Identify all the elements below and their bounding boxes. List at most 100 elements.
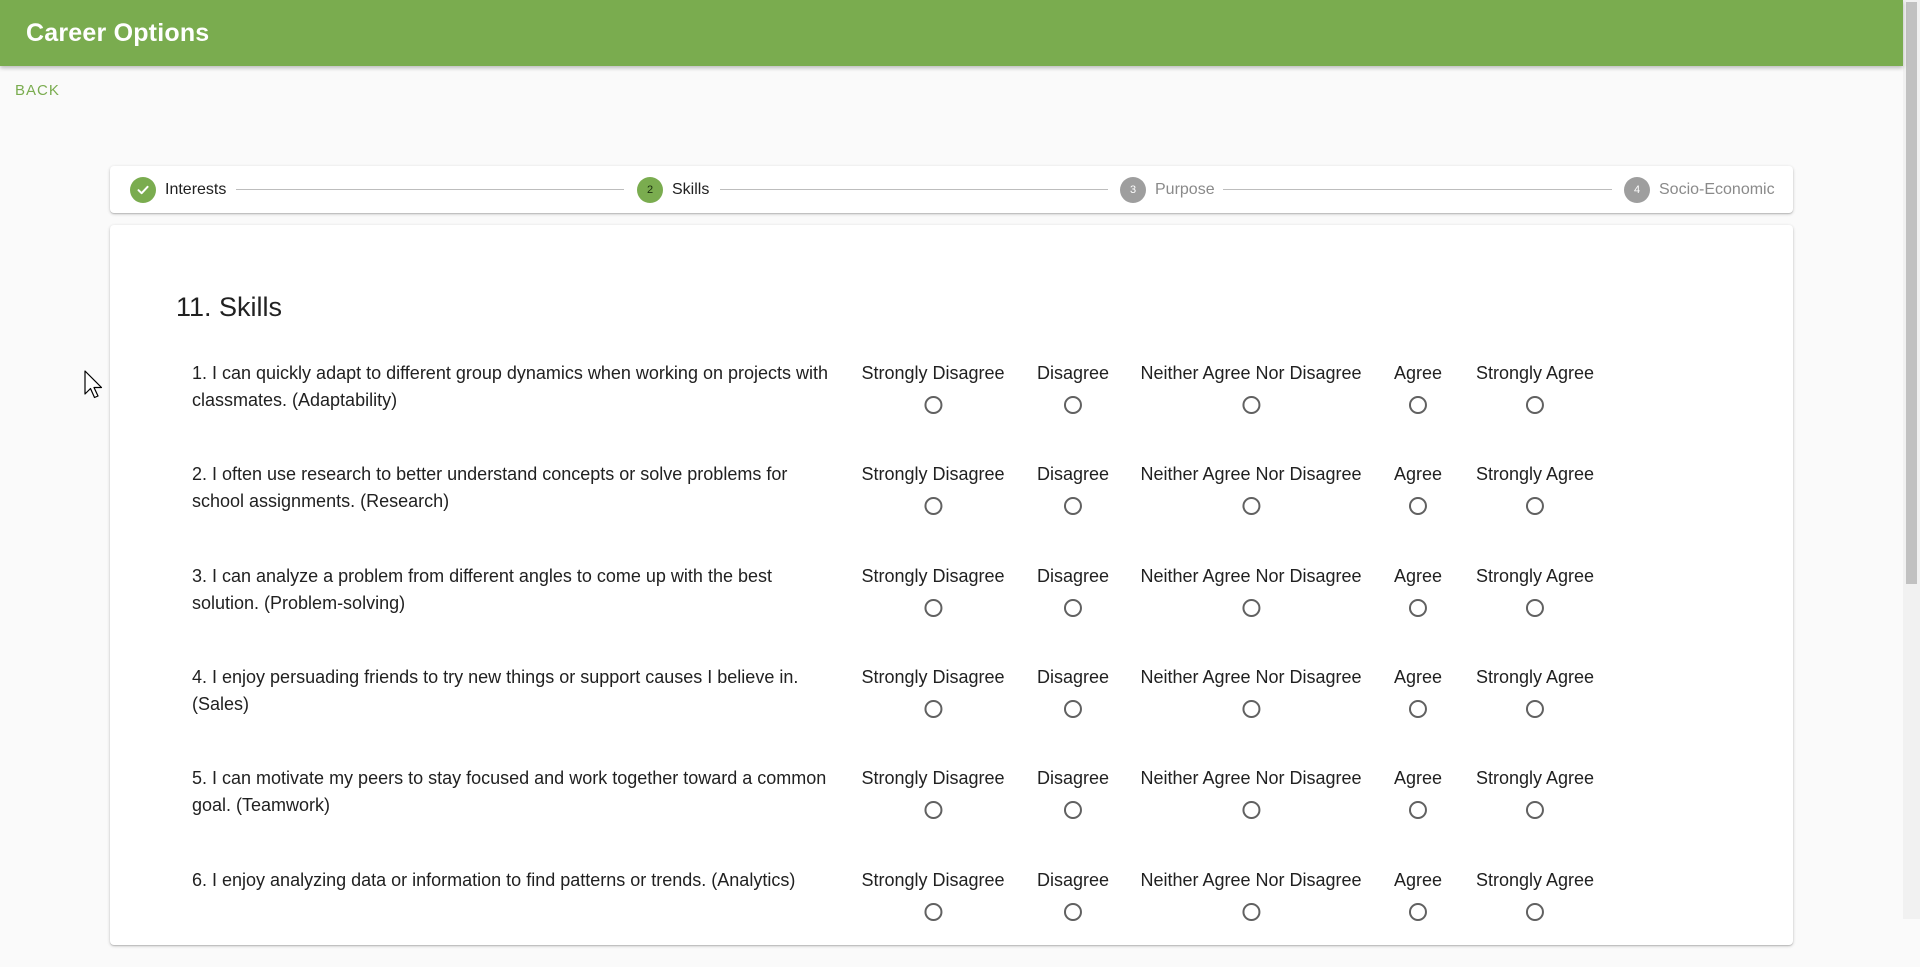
rating-option: Disagree	[1037, 664, 1109, 718]
step-socio-economic[interactable]: 4 Socio-Economic	[1624, 177, 1775, 203]
rating-option-label: Agree	[1393, 565, 1443, 586]
step-label-interests: Interests	[165, 181, 227, 198]
rating-radio-button[interactable]	[1241, 497, 1260, 516]
rating-option: Agree	[1394, 563, 1442, 617]
step-connector	[1223, 189, 1612, 190]
mouse-cursor-icon	[84, 370, 103, 399]
rating-option: Strongly Agree	[1476, 360, 1594, 414]
rating-option: Disagree	[1037, 563, 1109, 617]
rating-radio-button[interactable]	[1525, 396, 1544, 414]
check-icon	[130, 177, 156, 203]
rating-option-label: Neither Agree Nor Disagree	[1140, 464, 1362, 485]
rating-radio-button[interactable]	[1408, 598, 1427, 617]
rating-option: Neither Agree Nor Disagree	[1140, 360, 1362, 414]
rating-option: Neither Agree Nor Disagree	[1140, 867, 1362, 921]
rating-radio-button[interactable]	[923, 497, 942, 516]
rating-option: Neither Agree Nor Disagree	[1140, 765, 1362, 820]
rating-radio-button[interactable]	[923, 396, 942, 414]
rating-radio-button[interactable]	[1525, 902, 1544, 921]
step-label-skills: Skills	[672, 181, 710, 198]
rating-radio-button[interactable]	[1241, 801, 1260, 820]
question-row: 6. I enjoy analyzing data or information…	[110, 867, 1793, 967]
rating-option: Disagree	[1037, 360, 1109, 414]
app-title: Career Options	[26, 19, 210, 47]
rating-option-label: Agree	[1393, 464, 1443, 485]
rating-radio-button[interactable]	[1408, 396, 1427, 414]
rating-option: Strongly Disagree	[861, 360, 1005, 414]
rating-radio-button[interactable]	[1241, 699, 1260, 718]
rating-radio-button[interactable]	[1525, 497, 1544, 516]
rating-option: Strongly Agree	[1476, 765, 1594, 820]
step-interests[interactable]: Interests	[130, 177, 226, 203]
rating-radio-button[interactable]	[923, 598, 942, 617]
question-row: 4. I enjoy persuading friends to try new…	[110, 664, 1793, 764]
rating-option-label: Disagree	[1036, 464, 1110, 485]
rating-radio-button[interactable]	[1241, 902, 1260, 921]
question-text: 3. I can analyze a problem from differen…	[192, 565, 772, 613]
question-row: 1. I can quickly adapt to different grou…	[110, 360, 1793, 460]
question-text: 5. I can motivate my peers to stay focus…	[192, 768, 827, 816]
rating-option-label: Disagree	[1036, 363, 1110, 383]
rating-radio-button[interactable]	[923, 699, 942, 718]
rating-radio-button[interactable]	[1241, 396, 1260, 414]
rating-radio-button[interactable]	[1063, 396, 1082, 414]
rating-option: Disagree	[1037, 765, 1109, 820]
step-label-socio-economic: Socio-Economic	[1659, 181, 1775, 198]
step-connector	[720, 189, 1108, 190]
step-number-3: 3	[1120, 177, 1146, 203]
rating-option-label: Disagree	[1036, 666, 1110, 687]
step-number-4: 4	[1624, 177, 1650, 203]
rating-option-label: Neither Agree Nor Disagree	[1140, 768, 1362, 789]
rating-option: Strongly Disagree	[861, 563, 1005, 617]
rating-radio-button[interactable]	[1241, 598, 1260, 617]
rating-option-label: Strongly Disagree	[861, 565, 1005, 586]
question-text: 6. I enjoy analyzing data or information…	[192, 869, 796, 890]
rating-option-label: Agree	[1393, 363, 1443, 383]
rating-option-label: Neither Agree Nor Disagree	[1140, 869, 1362, 890]
rating-option: Strongly Disagree	[861, 664, 1005, 718]
rating-option: Neither Agree Nor Disagree	[1140, 563, 1362, 617]
step-label-purpose: Purpose	[1155, 181, 1215, 198]
rating-radio-button[interactable]	[1063, 497, 1082, 516]
back-button[interactable]: BACK	[15, 82, 60, 99]
rating-option: Agree	[1393, 461, 1443, 516]
rating-radio-button[interactable]	[1408, 497, 1427, 516]
rating-option-label: Disagree	[1036, 869, 1110, 890]
rating-radio-button[interactable]	[923, 801, 942, 820]
rating-radio-button[interactable]	[923, 902, 942, 921]
rating-radio-button[interactable]	[1063, 801, 1082, 820]
rating-option-label: Strongly Agree	[1475, 363, 1595, 383]
rating-option: Neither Agree Nor Disagree	[1140, 461, 1362, 516]
rating-option: Strongly Agree	[1476, 867, 1594, 921]
progress-stepper: Interests 2 Skills 3 Purpose 4 Socio-Eco…	[110, 166, 1793, 213]
step-purpose[interactable]: 3 Purpose	[1120, 177, 1215, 203]
rating-option: Strongly Disagree	[861, 461, 1005, 516]
app-bar: Career Options	[0, 0, 1903, 66]
rating-radio-button[interactable]	[1525, 598, 1544, 617]
step-connector	[236, 189, 624, 190]
rating-option-label: Strongly Agree	[1475, 869, 1595, 890]
rating-radio-button[interactable]	[1525, 801, 1544, 820]
rating-option-label: Neither Agree Nor Disagree	[1140, 363, 1362, 383]
rating-radio-button[interactable]	[1408, 801, 1427, 820]
rating-option-label: Strongly Disagree	[861, 666, 1005, 687]
rating-radio-button[interactable]	[1525, 699, 1544, 718]
page-scrollbar[interactable]	[1903, 0, 1920, 919]
rating-option: Neither Agree Nor Disagree	[1140, 664, 1362, 718]
rating-radio-button[interactable]	[1063, 699, 1082, 718]
scrollbar-thumb[interactable]	[1906, 2, 1917, 584]
rating-option-label: Neither Agree Nor Disagree	[1140, 666, 1362, 687]
rating-radio-button[interactable]	[1063, 598, 1082, 617]
rating-radio-button[interactable]	[1063, 902, 1082, 921]
rating-option: Agree	[1393, 765, 1443, 820]
rating-radio-button[interactable]	[1408, 699, 1427, 718]
question-text: 4. I enjoy persuading friends to try new…	[192, 666, 799, 714]
rating-option: Agree	[1394, 664, 1442, 718]
rating-option-label: Strongly Agree	[1475, 666, 1595, 687]
rating-radio-button[interactable]	[1408, 902, 1427, 921]
question-text: 1. I can quickly adapt to different grou…	[192, 363, 829, 410]
rating-option-label: Agree	[1393, 768, 1443, 789]
rating-option: Agree	[1394, 867, 1442, 921]
rating-option: Strongly Agree	[1476, 563, 1594, 617]
step-skills[interactable]: 2 Skills	[637, 177, 709, 203]
